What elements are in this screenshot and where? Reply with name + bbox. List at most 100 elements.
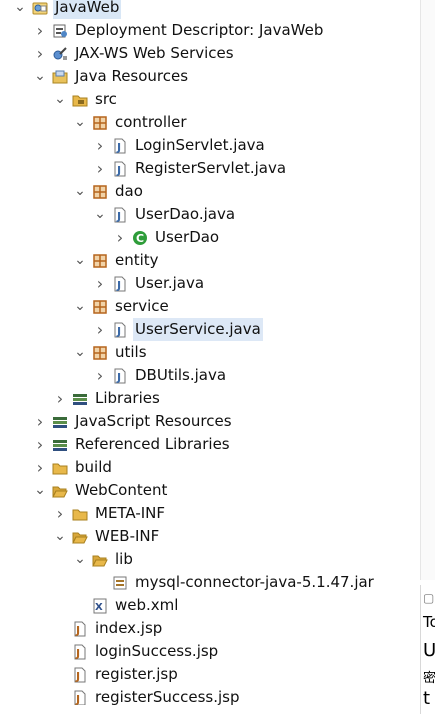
chevron-right-icon[interactable]: › (94, 318, 106, 341)
tree-item-label: JavaScript Resources (75, 412, 232, 430)
chevron-down-icon[interactable]: ⌄ (54, 88, 66, 111)
tree-item-label: UserDao (155, 228, 220, 246)
tree-item-label: utils (115, 343, 147, 361)
tree-item-label: WebContent (75, 481, 168, 499)
tree-item[interactable]: ⌄ utils (0, 341, 149, 364)
chevron-right-icon[interactable]: › (34, 19, 46, 42)
java-file-icon: J (112, 322, 128, 338)
side-panel-line-1: To (423, 613, 435, 631)
tree-item[interactable]: ⌄ entity (0, 249, 161, 272)
tree-item[interactable]: mysql-connector-java-5.1.47.jar (0, 571, 376, 594)
chevron-right-icon[interactable]: › (94, 157, 106, 180)
chevron-down-icon[interactable]: ⌄ (74, 548, 86, 571)
svg-text:J: J (75, 647, 80, 660)
open-folder-icon (52, 483, 68, 499)
package-icon (92, 115, 108, 131)
tree-item[interactable]: › Deployment Descriptor: JavaWeb (0, 19, 325, 42)
svg-text:J: J (116, 164, 121, 177)
tree-item-label: loginSuccess.jsp (95, 642, 219, 660)
jsp-icon: J (72, 644, 88, 660)
tree-item[interactable]: › Referenced Libraries (0, 433, 232, 456)
open-folder-icon (92, 552, 108, 568)
svg-text:J: J (75, 670, 80, 683)
java-file-icon: J (112, 207, 128, 223)
libraries-icon (52, 437, 68, 453)
scrollbar[interactable] (420, 0, 435, 580)
tree-item[interactable]: › Libraries (0, 387, 162, 410)
svg-text:J: J (116, 210, 121, 223)
chevron-down-icon[interactable]: ⌄ (54, 525, 66, 548)
chevron-right-icon[interactable]: › (54, 387, 66, 410)
tree-item[interactable]: ⌄ WebContent (0, 479, 169, 502)
tree-item-label: LoginServlet.java (135, 136, 265, 154)
chevron-right-icon[interactable]: › (94, 364, 106, 387)
svg-text:J: J (75, 693, 80, 706)
tree-item-label: build (75, 458, 112, 476)
tree-item[interactable]: › build (0, 456, 114, 479)
chevron-right-icon[interactable]: › (94, 134, 106, 157)
chevron-down-icon[interactable]: ⌄ (94, 203, 106, 226)
chevron-right-icon[interactable]: › (34, 433, 46, 456)
tree-item[interactable]: ⌄ JavaWeb (0, 0, 122, 19)
tree-item[interactable]: ⌄ J UserDao.java (0, 203, 237, 226)
tree-item[interactable]: › META-INF (0, 502, 167, 525)
chevron-right-icon[interactable]: › (54, 502, 66, 525)
tree-item[interactable]: Xweb.xml (0, 594, 180, 617)
source-folder-icon (72, 92, 88, 108)
side-panel-line-2: U (423, 640, 435, 661)
package-icon (92, 184, 108, 200)
chevron-down-icon[interactable]: ⌄ (74, 180, 86, 203)
chevron-down-icon[interactable]: ⌄ (74, 111, 86, 134)
chevron-down-icon[interactable]: ⌄ (14, 0, 26, 19)
side-panel-line-3: 密 (423, 671, 435, 686)
tree-item-label: web.xml (115, 596, 179, 614)
svg-text:J: J (116, 371, 121, 384)
tree-item-label: src (95, 90, 117, 108)
chevron-right-icon[interactable]: › (34, 42, 46, 65)
chevron-right-icon[interactable]: › (94, 272, 106, 295)
java-file-icon: J (112, 276, 128, 292)
tree-item-label: User.java (135, 274, 205, 292)
tree-item[interactable]: › C UserDao (0, 226, 221, 249)
tree-item[interactable]: Jregister.jsp (0, 663, 180, 686)
open-folder-icon (72, 529, 88, 545)
tree-item[interactable]: › J DBUtils.java (0, 364, 228, 387)
folder-icon (52, 460, 68, 476)
svg-text:J: J (116, 141, 121, 154)
tree-bottom-edge (0, 705, 420, 714)
jsp-icon: J (72, 690, 88, 706)
chevron-down-icon[interactable]: ⌄ (74, 249, 86, 272)
chevron-right-icon[interactable]: › (114, 226, 126, 249)
chevron-right-icon[interactable]: › (34, 456, 46, 479)
chevron-down-icon[interactable]: ⌄ (34, 65, 46, 88)
libraries-icon (72, 391, 88, 407)
tree-item[interactable]: › JavaScript Resources (0, 410, 234, 433)
tree-item[interactable]: ⌄ controller (0, 111, 189, 134)
tree-item[interactable]: Jindex.jsp (0, 617, 164, 640)
tree-item[interactable]: ⌄ service (0, 295, 171, 318)
tree-item[interactable]: ⌄ lib (0, 548, 135, 571)
tree-item[interactable]: › JAX-WS Web Services (0, 42, 236, 65)
chevron-right-icon[interactable]: › (34, 410, 46, 433)
chevron-down-icon[interactable]: ⌄ (74, 341, 86, 364)
jsp-icon: J (72, 667, 88, 683)
tree-item[interactable]: › J UserService.java (0, 318, 263, 341)
libraries-icon (52, 414, 68, 430)
tree-item[interactable]: › J RegisterServlet.java (0, 157, 288, 180)
chevron-down-icon[interactable]: ⌄ (74, 295, 86, 318)
tree-item-label: Libraries (95, 389, 160, 407)
java-resources-icon (52, 69, 68, 85)
tree-item[interactable]: › J LoginServlet.java (0, 134, 267, 157)
tree-item[interactable]: JloginSuccess.jsp (0, 640, 220, 663)
tree-item[interactable]: › J User.java (0, 272, 206, 295)
chevron-down-icon[interactable]: ⌄ (34, 479, 46, 502)
tree-item[interactable]: ⌄ Java Resources (0, 65, 190, 88)
tree-item-label: entity (115, 251, 159, 269)
svg-text:J: J (116, 279, 121, 292)
tree-item[interactable]: ⌄ WEB-INF (0, 525, 161, 548)
side-panel-line-4: t (423, 688, 431, 709)
tree-item[interactable]: ⌄ src (0, 88, 119, 111)
tree-item[interactable]: ⌄ dao (0, 180, 145, 203)
